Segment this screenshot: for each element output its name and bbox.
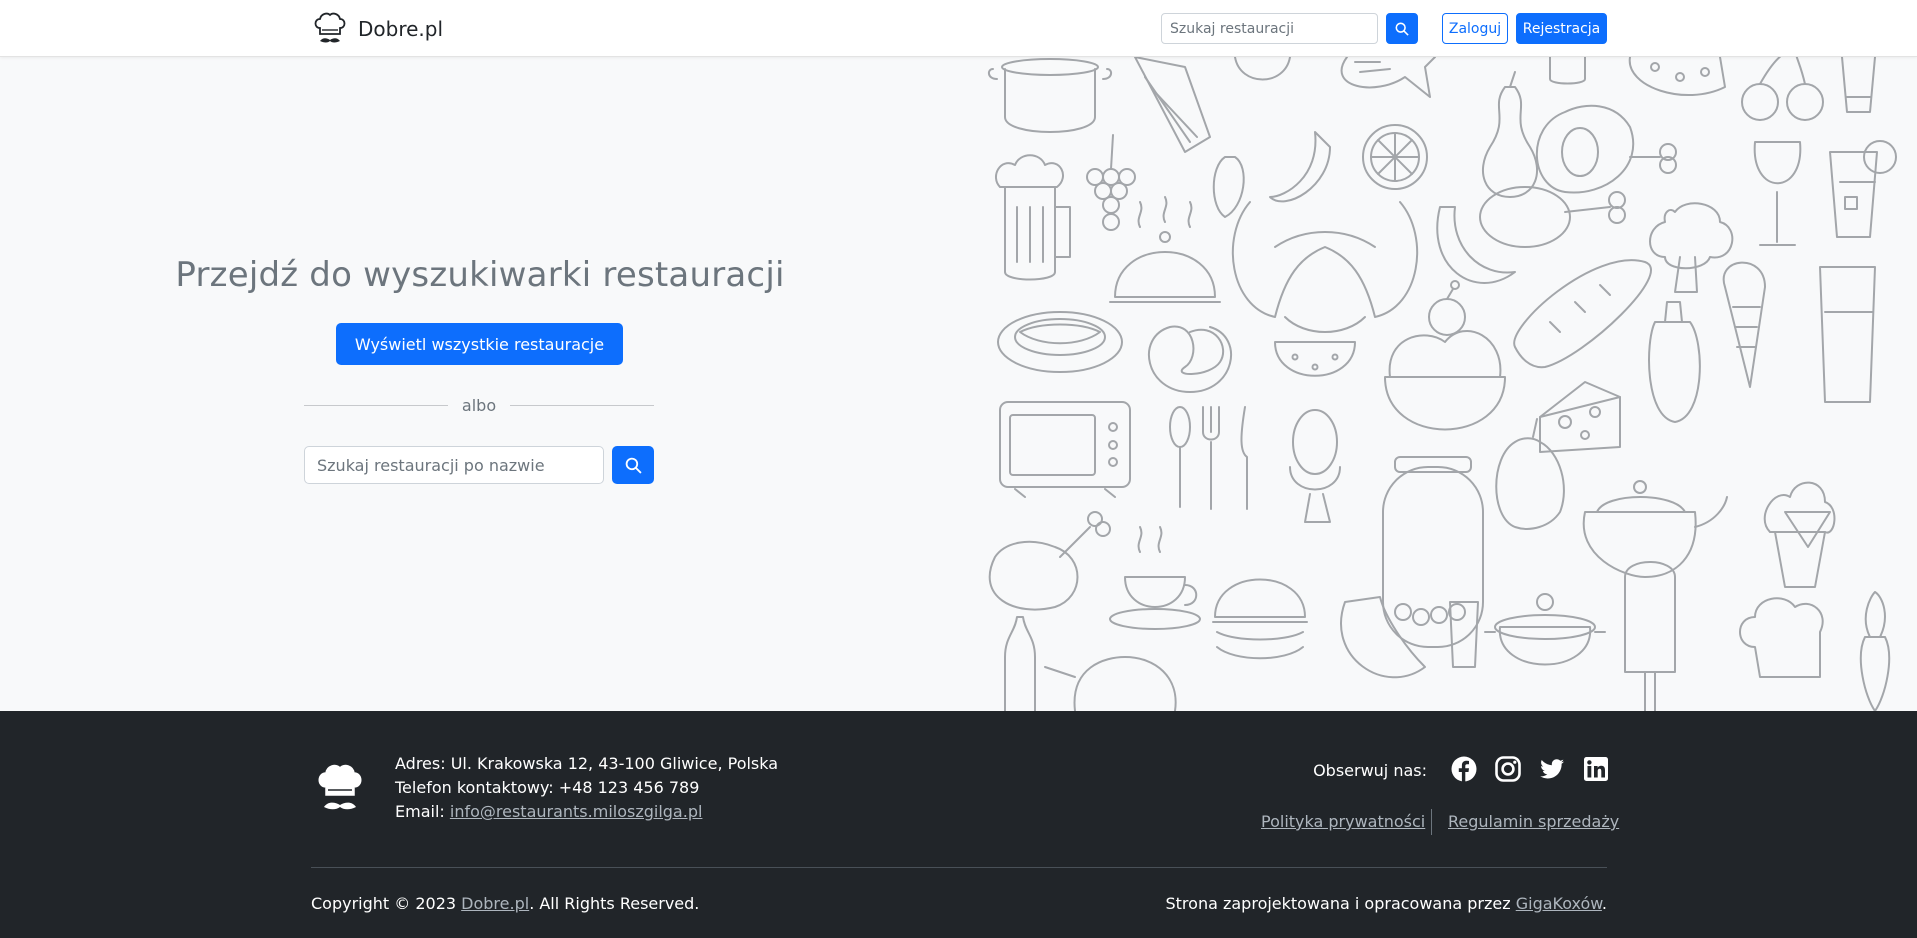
brand-name: Dobre.pl [358,17,444,41]
can-icon [1549,57,1586,85]
divider-text: albo [461,395,497,415]
oil-bottle-icon [1648,301,1701,423]
burger-icon [1212,578,1308,660]
instagram-icon[interactable] [1494,755,1522,783]
banana-icon [1436,206,1516,284]
food-doodle-illustration [985,57,1917,711]
popsicle-icon [1624,561,1676,711]
beer-mug-icon [995,154,1071,281]
footer-email-line: Email: info@restaurants.miloszgilga.pl [395,802,702,821]
croissant-icon [1231,201,1419,333]
copyright-site-link[interactable]: Dobre.pl [461,894,529,913]
privacy-policy-link[interactable]: Polityka prywatności [1261,812,1425,831]
register-button[interactable]: Rejestracja [1516,13,1607,44]
hero-title: Przejdź do wyszukiwarki restauracji [175,255,785,295]
cheese-icon [1539,381,1621,453]
bell-pepper-icon [1495,418,1565,530]
navbar: Dobre.pl Zaloguj Rejestracja [0,0,1917,57]
glass-icon [1841,57,1876,113]
juice-glass-icon [1829,140,1897,238]
cherries-icon [1741,57,1824,121]
pear-icon [1481,71,1539,198]
show-all-restaurants-button[interactable]: Wyświetl wszystkie restauracje [336,323,623,365]
tall-glass-icon [1819,266,1876,403]
watermelon-icon [1274,341,1356,377]
pretzel-icon [1147,325,1233,393]
chili-icon [1269,131,1331,203]
candy-jar-icon [1382,456,1484,648]
chef-hat-logo-icon [318,764,362,810]
strawberry-icon [1212,156,1245,218]
grapes-icon [1086,134,1136,231]
ice-cream-bowl-icon [1384,280,1506,431]
copyright-prefix: Copyright © 2023 [311,894,462,913]
navbar-search-input[interactable] [1161,13,1378,44]
coffee-cup-icon [1109,526,1201,630]
sausage-plate-icon [997,311,1123,373]
brand-link[interactable]: Dobre.pl [312,10,443,48]
divider-line-right [510,404,655,406]
restaurant-search-button[interactable] [612,446,654,484]
footer-link-separator [1431,809,1432,835]
facebook-icon[interactable] [1450,755,1478,783]
broccoli-icon [1649,202,1734,293]
bread-loaf-icon [1513,259,1652,369]
wine-glass-icon [1753,141,1802,246]
terms-of-sale-link[interactable]: Regulamin sprzedaży [1448,812,1619,831]
microwave-icon [999,401,1131,498]
cooking-pot-icon [1484,593,1606,666]
or-divider: albo [304,395,655,415]
search-icon [625,457,642,474]
carrot-icon [1859,591,1891,711]
cake-slice-icon [1134,57,1211,153]
chef-hat-icon [1739,597,1824,678]
designer-suffix: . [1601,894,1607,913]
designer-credit: Strona zaprojektowana i opracowana przez… [1166,894,1608,913]
ham-icon [1535,104,1677,194]
copyright-suffix: . All Rights Reserved. [529,894,700,913]
footer-email-link[interactable]: info@restaurants.miloszgilga.pl [450,802,703,821]
linkedin-icon[interactable] [1582,755,1610,783]
pizza-icon [1628,57,1726,96]
spoon-icon [1169,406,1191,508]
roast-chicken-icon [988,511,1111,611]
kettle-icon [1044,656,1177,711]
ice-cream-cone-icon [1722,261,1766,388]
search-icon [1395,22,1409,36]
footer-address: Adres: Ul. Krakowska 12, 43-100 Gliwice,… [395,754,779,773]
fork-icon [1202,406,1220,510]
restaurant-name-search-input[interactable] [304,446,604,484]
follow-us-label: Obserwuj nas: [1313,761,1427,780]
pot-icon [987,58,1113,133]
footer-phone: Telefon kontaktowy: +48 123 456 789 [395,778,700,797]
copyright: Copyright © 2023 Dobre.pl. All Rights Re… [311,894,699,913]
footer: Adres: Ul. Krakowska 12, 43-100 Gliwice,… [0,711,1917,938]
lemon-slice-icon [1362,124,1428,190]
fish-icon [1340,57,1436,98]
footer-email-label: Email: [395,802,450,821]
knife-icon [1240,406,1248,510]
login-button[interactable]: Zaloguj [1442,13,1508,44]
egg-cup-icon [1289,409,1341,523]
navbar-search-button[interactable] [1386,13,1418,44]
footer-divider [311,867,1607,868]
twitter-icon[interactable] [1538,755,1566,783]
bottle-icon [1004,616,1036,711]
divider-line-left [304,404,448,406]
apple-icon [1234,57,1291,81]
designer-link[interactable]: GigaKoxów [1516,894,1602,913]
chef-hat-logo-icon [314,12,346,43]
designer-prefix: Strona zaprojektowana i opracowana przez [1165,894,1516,913]
cloche-icon [1109,196,1221,303]
